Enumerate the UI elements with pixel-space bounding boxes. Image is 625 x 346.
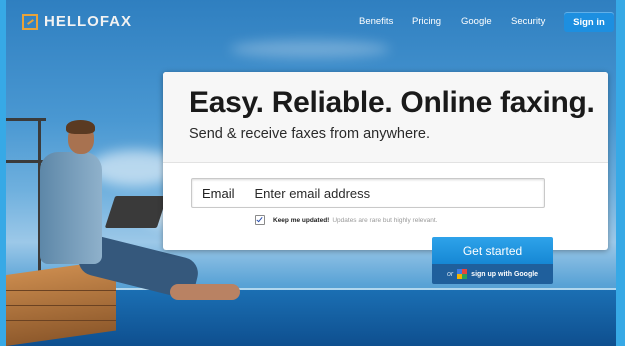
keep-updated-row: Keep me updated! Updates are rare but hi… [255, 215, 438, 225]
page: HELLOFAX Benefits Pricing Google Securit… [0, 0, 625, 346]
keep-updated-checkbox[interactable] [255, 215, 265, 225]
google-signup-label: sign up with Google [471, 270, 539, 278]
card-header: Easy. Reliable. Online faxing. Send & re… [163, 72, 608, 163]
google-or-text: or [446, 270, 454, 278]
deck-plank-line [6, 305, 116, 306]
subheadline: Send & receive faxes from anywhere. [189, 126, 430, 142]
keep-updated-note: Updates are rare but highly relevant. [332, 216, 438, 224]
get-started-button[interactable]: Get started [432, 237, 553, 264]
google-icon [457, 269, 468, 279]
nav-links: Benefits Pricing Google Security [6, 13, 616, 33]
keep-updated-label: Keep me updated! [273, 216, 330, 224]
signup-card: Easy. Reliable. Online faxing. Send & re… [163, 72, 608, 250]
nav-link-benefits[interactable]: Benefits [359, 16, 393, 27]
email-label: Email [202, 185, 235, 201]
email-field[interactable]: Email [191, 178, 545, 208]
deck-plank-line [6, 320, 116, 321]
email-input[interactable] [252, 184, 527, 202]
sign-in-button[interactable]: Sign in [564, 12, 614, 32]
deck-plank-line [6, 290, 116, 291]
laptop [104, 196, 168, 228]
google-signup-button[interactable]: or sign up with Google [432, 264, 553, 284]
person-feet [170, 284, 240, 300]
person-hair [66, 120, 95, 134]
nav-link-pricing[interactable]: Pricing [412, 16, 441, 27]
headline: Easy. Reliable. Online faxing. [189, 86, 595, 119]
nav-link-google[interactable]: Google [461, 16, 492, 27]
page-border-left [0, 0, 6, 346]
nav-link-security[interactable]: Security [511, 16, 545, 27]
top-navbar: HELLOFAX Benefits Pricing Google Securit… [6, 0, 616, 44]
person-body [40, 152, 102, 264]
page-border-right [616, 0, 625, 346]
